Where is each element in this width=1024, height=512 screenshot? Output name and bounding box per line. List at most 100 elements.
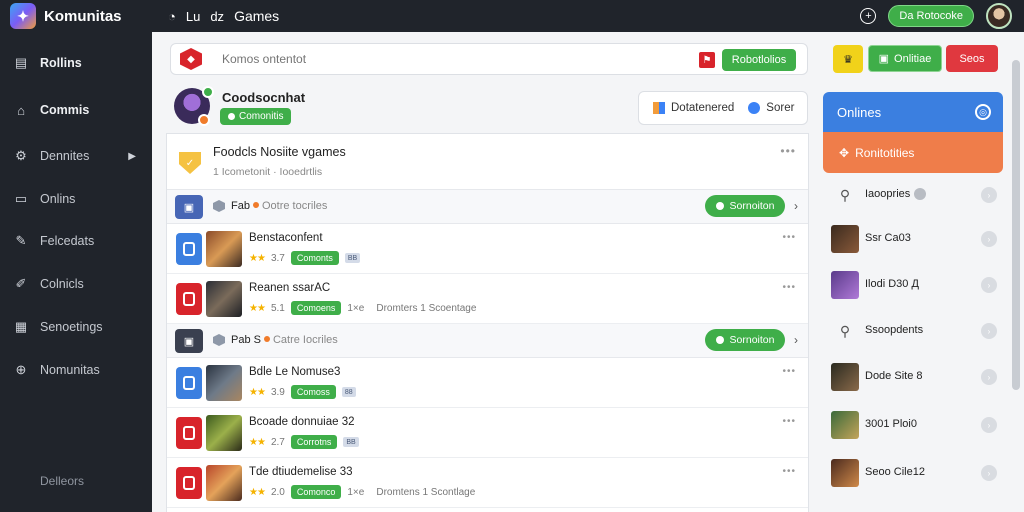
right-list-item[interactable]: ⚲ Iaoopries › xyxy=(823,176,1003,216)
sidebar-item-colnicls[interactable]: ✐ Colnicls xyxy=(0,269,152,299)
sidebar: ✦ Komunitas ▤ Rollins ⌂ Commis ⚙ Dennite… xyxy=(0,0,152,512)
item-title: Bcoade donnuiae 32 xyxy=(249,416,355,428)
shield-icon: ◆ xyxy=(180,48,202,70)
right-list-item[interactable]: Ssr Ca03 › xyxy=(823,220,1003,260)
status-badge[interactable]: Comonitis xyxy=(220,108,292,125)
chevron-icon[interactable]: › xyxy=(981,369,997,385)
list-item[interactable]: Bdle Le Nomuse3 ★★ 3.9 Comoss 88 ••• xyxy=(167,358,808,408)
online-panel-header[interactable]: Onlines ◎ xyxy=(823,92,1003,132)
chevron-icon[interactable]: › xyxy=(981,323,997,339)
globe-icon: ⊕ xyxy=(15,362,27,377)
right-item-name: Ssr Ca03 xyxy=(865,232,911,244)
topbar-action-button[interactable]: Da Rotocoke xyxy=(888,5,974,27)
refresh-icon[interactable]: ◎ xyxy=(975,104,991,120)
folder-icon: ▣ xyxy=(175,329,203,353)
item-note: Dromtens 1 Scontlage xyxy=(376,486,476,498)
sidebar-item-label: Onlins xyxy=(40,192,76,206)
chevron-icon[interactable]: › xyxy=(981,277,997,293)
communities-panel-title: Ronitotities xyxy=(855,145,915,160)
right-item-name: Dode Site 8 xyxy=(865,370,923,382)
right-list-item[interactable]: Ilodi D30 Д › xyxy=(823,266,1003,306)
item-title: Bdle Le Nomuse3 xyxy=(249,366,341,378)
more-options-icon[interactable]: ••• xyxy=(782,282,796,293)
list-item[interactable]: Bcoade donnuiae 32 ★★ 2.7 Corrotns BB ••• xyxy=(167,408,808,458)
brand[interactable]: ✦ Komunitas xyxy=(0,0,152,32)
more-options-icon[interactable]: ••• xyxy=(782,466,796,477)
hex-icon xyxy=(213,334,225,346)
right-list-item[interactable]: Dode Site 8 › xyxy=(823,358,1003,398)
group-action-button[interactable]: Sornoiton xyxy=(705,195,785,217)
view-option-details[interactable]: Dotatenered xyxy=(671,102,734,114)
star-rating-icon: ★★ xyxy=(249,252,266,264)
view-toggle: Dotatenered Sorer xyxy=(638,91,808,125)
sidebar-item-felcedats[interactable]: ✎ Felcedats xyxy=(0,226,152,256)
right-list-item[interactable]: Seoo Cile12 › xyxy=(823,454,1003,494)
more-options-icon[interactable]: ••• xyxy=(782,232,796,243)
sidebar-item-dennites[interactable]: ⚙ Dennites ▶ xyxy=(0,141,152,171)
chevron-icon[interactable]: › xyxy=(981,417,997,433)
sidebar-item-label: Rollins xyxy=(40,56,82,70)
link-icon: ⚲ xyxy=(839,186,851,203)
item-tag: Comoss xyxy=(290,385,336,399)
sidebar-item-label: Senoetings xyxy=(40,320,103,334)
online-button[interactable]: ▣ Onlitiae xyxy=(868,45,942,72)
star-rating-icon: ★★ xyxy=(249,302,266,314)
right-list-item[interactable]: 3001 Ploi0 › xyxy=(823,406,1003,446)
star-rating-icon: ★★ xyxy=(249,486,266,498)
list-item[interactable]: Benstaconfent ★★ 3.7 Comonts BB ••• xyxy=(167,224,808,274)
group-header[interactable]: ▣ Pab S Catre Iocriles Sornoiton › xyxy=(167,324,808,358)
group-action-button[interactable]: Sornoiton xyxy=(705,329,785,351)
more-options-icon[interactable]: ••• xyxy=(782,416,796,427)
more-options-icon[interactable]: ••• xyxy=(782,366,796,377)
right-list-item[interactable]: ⚲ Ssoopdents › xyxy=(823,312,1003,352)
communities-panel-header[interactable]: ✥ Ronitotities xyxy=(823,132,1003,173)
group-action-label: Sornoiton xyxy=(729,334,775,346)
chevron-icon[interactable]: › xyxy=(981,231,997,247)
game-thumbnail xyxy=(206,465,242,501)
sidebar-item-nomunitas[interactable]: ⊕ Nomunitas xyxy=(0,355,152,385)
online-status-icon xyxy=(202,86,214,98)
chevron-icon[interactable]: › xyxy=(981,187,997,203)
list-item[interactable]: Tde dtiudemelise 33 ★★ 2.0 Comonco 1×e Dromt… xyxy=(167,458,808,508)
search-bar: ◆ ⚑ Robotlolios xyxy=(170,43,808,75)
group-title: Pab S Catre Iocriles xyxy=(231,334,338,346)
game-thumbnail xyxy=(206,365,242,401)
profile-name: Coodsocnhat xyxy=(222,90,306,105)
sidebar-item-senoetings[interactable]: ▦ Senoetings xyxy=(0,312,152,342)
topbar-icon-label[interactable]: Lu xyxy=(186,9,200,24)
item-rating: 3.9 xyxy=(270,386,285,398)
chevron-icon[interactable]: › xyxy=(981,465,997,481)
more-options-icon[interactable]: ••• xyxy=(780,144,796,158)
flag-icon[interactable]: ⚑ xyxy=(699,52,715,68)
group-header[interactable]: ▣ Fab Ootre tocriles Sornoiton › xyxy=(167,190,808,224)
page-title: Games xyxy=(234,8,280,24)
item-title: Reanen ssarAC xyxy=(249,282,331,294)
item-tag: Comonts xyxy=(290,251,339,265)
right-item-name: 3001 Ploi0 xyxy=(865,418,917,430)
people-icon: ✥ xyxy=(839,145,850,160)
trophy-icon[interactable]: ♛ xyxy=(833,45,863,73)
red-action-button[interactable]: Seos xyxy=(946,45,998,72)
search-input[interactable] xyxy=(222,52,662,66)
scrollbar[interactable] xyxy=(1012,60,1020,390)
sidebar-item-onlins[interactable]: ▭ Onlins xyxy=(0,184,152,214)
list-item[interactable]: Reanen ssarAC ★★ 5.1 Comoens 1×e Dromters 1 … xyxy=(167,274,808,324)
chevron-right-icon[interactable]: › xyxy=(794,333,798,347)
user-avatar[interactable] xyxy=(986,3,1012,29)
community-profile: Coodsocnhat Comonitis xyxy=(170,84,630,130)
view-option-sort[interactable]: Sorer xyxy=(766,102,794,114)
sidebar-item-commis[interactable]: ⌂ Commis xyxy=(0,95,152,125)
item-extra: 1×e xyxy=(347,302,365,314)
sidebar-item-rollins[interactable]: ▤ Rollins xyxy=(0,48,152,78)
topbar-icon-label[interactable]: dz xyxy=(210,9,224,24)
sidebar-item-label: Colnicls xyxy=(40,277,84,291)
chat-icon[interactable]: ◔ xyxy=(168,9,176,24)
chevron-right-icon[interactable]: › xyxy=(794,199,798,213)
game-thumbnail xyxy=(206,231,242,267)
group-title-text: Pab S xyxy=(231,334,261,346)
group-title-text: Fab xyxy=(231,200,250,212)
sidebar-footer-link[interactable]: Delleors xyxy=(40,474,84,488)
add-icon[interactable]: + xyxy=(860,8,877,24)
search-button[interactable]: Robotlolios xyxy=(722,49,796,71)
status-badge-label: Comonitis xyxy=(239,111,284,122)
